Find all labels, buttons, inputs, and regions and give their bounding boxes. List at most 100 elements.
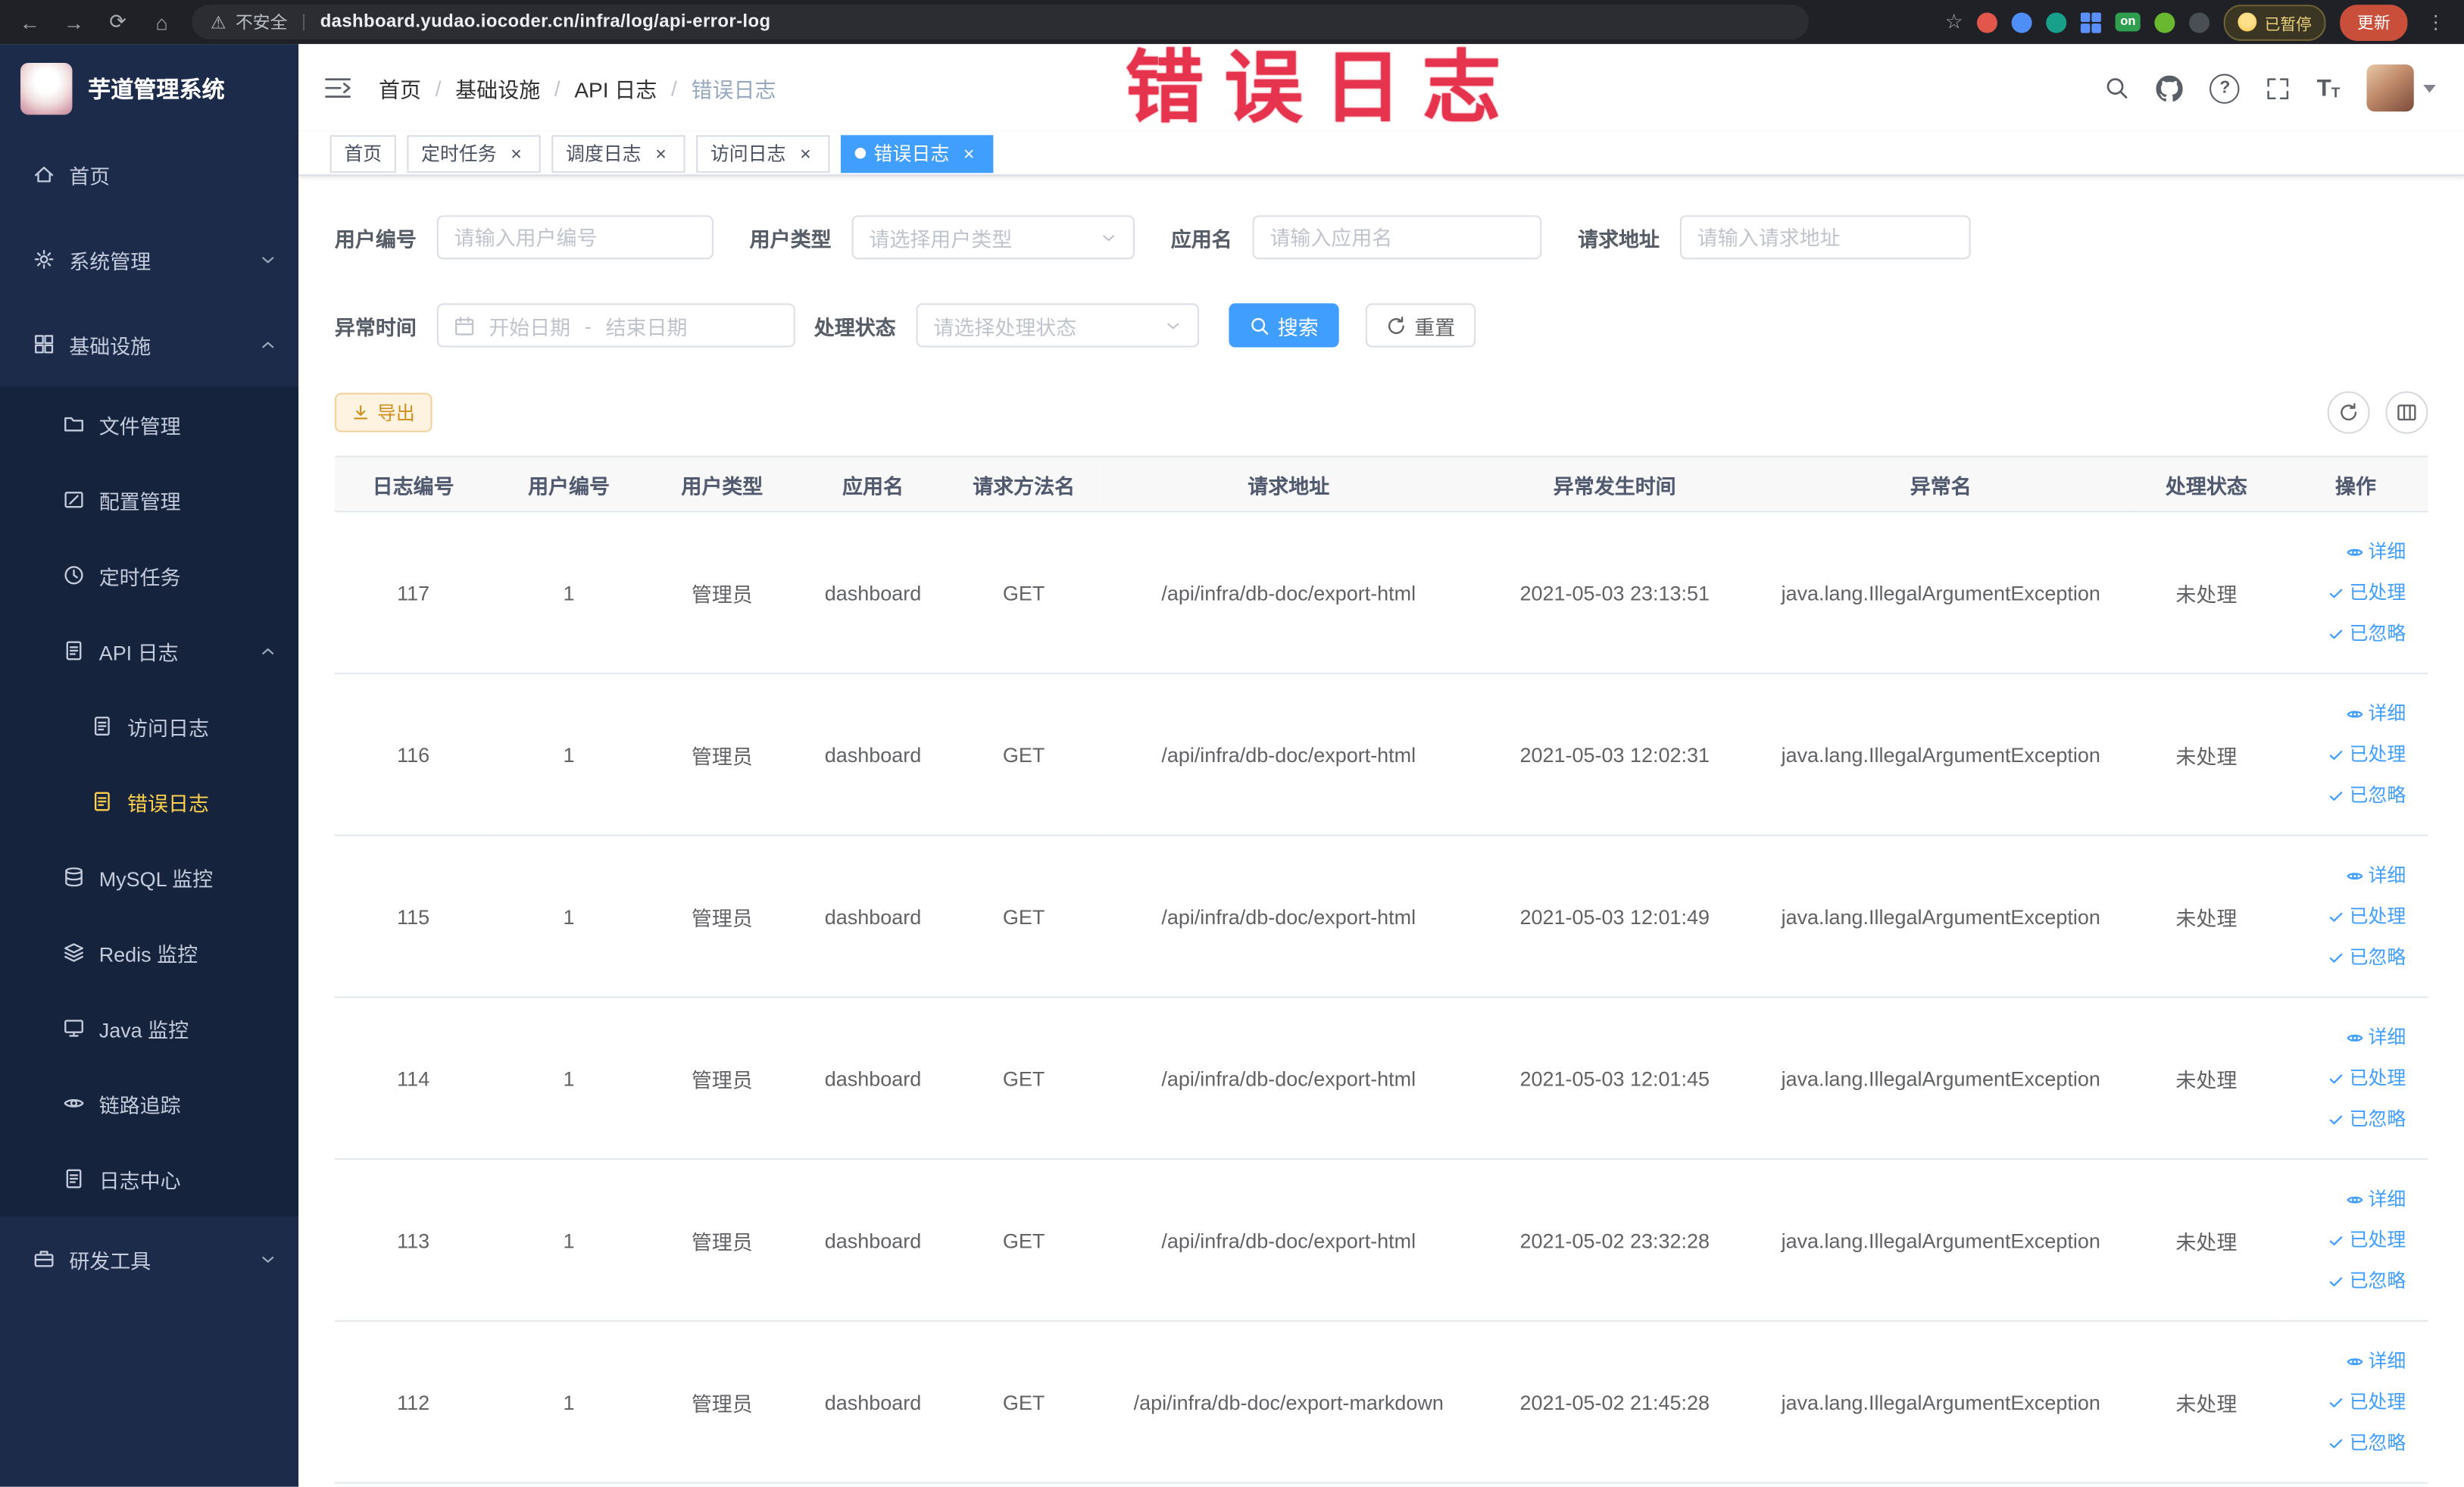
table-row: 115 1 管理员 dashboard GET /api/infra/db-do… [334, 835, 2428, 998]
breadcrumb-separator: / [554, 76, 561, 100]
user-menu[interactable] [2366, 64, 2436, 112]
back-icon[interactable]: ← [9, 10, 50, 33]
reload-icon[interactable]: ⟳ [98, 9, 139, 34]
app-name-input[interactable] [1252, 215, 1542, 260]
filter-row-1: 用户编号 用户类型 请选择用户类型 应用名 [335, 215, 2428, 260]
sidebar-item-api-logs[interactable]: API 日志 [0, 613, 298, 689]
font-size-button[interactable]: TT [2317, 77, 2340, 100]
extension-icon-red[interactable] [1977, 11, 1998, 33]
monitor-icon [63, 1017, 85, 1039]
bookmark-star-icon[interactable]: ☆ [1945, 9, 1963, 34]
refresh-table-button[interactable] [2327, 391, 2370, 434]
close-icon[interactable]: × [651, 142, 671, 164]
forward-icon[interactable]: → [54, 10, 95, 33]
error-log-table: 日志编号 用户编号 用户类型 应用名 请求方法名 请求地址 异常发生时间 异常名… [334, 455, 2428, 1484]
processed-link[interactable]: 已处理 [2328, 734, 2406, 775]
breadcrumb-item-api-logs[interactable]: API 日志 [574, 72, 657, 103]
cell-method: GET [948, 997, 1101, 1161]
sidebar-item-access-log[interactable]: 访问日志 [0, 689, 298, 764]
sidebar-toggle-button[interactable] [323, 76, 351, 101]
sidebar-item-file-mgmt[interactable]: 文件管理 [0, 386, 298, 462]
sidebar-item-redis-monitor[interactable]: Redis 监控 [0, 914, 298, 990]
date-range-picker[interactable]: 开始日期 - 结束日期 [436, 303, 795, 348]
close-icon[interactable]: × [506, 142, 526, 164]
sidebar-item-log-center[interactable]: 日志中心 [0, 1141, 298, 1217]
filter-exception-time: 异常时间 开始日期 - 结束日期 [335, 303, 795, 348]
help-button[interactable]: ? [2209, 73, 2241, 103]
cell-url: /api/infra/db-doc/export-html [1100, 1159, 1478, 1322]
ignored-link[interactable]: 已忽略 [2328, 1261, 2406, 1301]
export-button[interactable]: 导出 [334, 392, 433, 433]
tab-error-log[interactable]: 错误日志 × [841, 134, 994, 173]
sidebar-item-home[interactable]: 首页 [0, 132, 298, 217]
sidebar-item-scheduled-tasks[interactable]: 定时任务 [0, 538, 298, 614]
processed-link[interactable]: 已处理 [2328, 1382, 2406, 1423]
sidebar-item-dev-tools[interactable]: 研发工具 [0, 1217, 298, 1301]
update-button[interactable]: 更新 [2340, 4, 2408, 40]
ignored-link[interactable]: 已忽略 [2328, 1098, 2406, 1139]
ignored-link[interactable]: 已忽略 [2328, 613, 2406, 654]
breadcrumb-item-infrastructure[interactable]: 基础设施 [455, 72, 540, 103]
sidebar-item-system-mgmt[interactable]: 系统管理 [0, 217, 298, 301]
detail-link[interactable]: 详细 [2346, 1341, 2406, 1382]
check-icon [2328, 1070, 2345, 1087]
close-icon[interactable]: × [959, 142, 979, 164]
chevron-down-icon [259, 1250, 276, 1267]
extension-icon-teal[interactable] [2046, 11, 2067, 33]
processed-link[interactable]: 已处理 [2328, 1220, 2406, 1261]
tab-access-log[interactable]: 访问日志 × [696, 134, 830, 173]
github-link[interactable] [2156, 75, 2183, 102]
process-status-select[interactable]: 请选择处理状态 [916, 303, 1200, 348]
not-secure-label: 不安全 [235, 14, 288, 33]
detail-link[interactable]: 详细 [2346, 693, 2406, 734]
detail-link[interactable]: 详细 [2346, 1017, 2406, 1057]
grid-icon [33, 333, 55, 355]
breadcrumb-item-home[interactable]: 首页 [379, 72, 421, 103]
processed-link[interactable]: 已处理 [2328, 896, 2406, 937]
cell-status: 未处理 [2129, 1159, 2284, 1322]
home-icon[interactable]: ⌂ [142, 10, 183, 33]
tab-dispatch-log[interactable]: 调度日志 × [551, 134, 685, 173]
close-icon[interactable]: × [795, 142, 816, 164]
sidebar-item-infrastructure[interactable]: 基础设施 [0, 301, 298, 386]
cell-status: 未处理 [2129, 1320, 2284, 1484]
sidebar-item-label: 文件管理 [98, 414, 181, 438]
extension-icon-blue[interactable] [2012, 11, 2033, 33]
detail-link[interactable]: 详细 [2346, 531, 2406, 572]
chrome-menu-icon[interactable]: ⋮ [2422, 11, 2450, 33]
processed-link[interactable]: 已处理 [2328, 572, 2406, 613]
extension-icon-grid[interactable] [2081, 11, 2102, 33]
sidebar-item-mysql-monitor[interactable]: MySQL 监控 [0, 839, 298, 915]
sidebar-item-tracing[interactable]: 链路追踪 [0, 1066, 298, 1142]
processed-link[interactable]: 已处理 [2328, 1057, 2406, 1098]
ignored-link[interactable]: 已忽略 [2328, 937, 2406, 978]
col-time: 异常发生时间 [1477, 455, 1753, 513]
check-icon [2328, 584, 2345, 601]
search-button[interactable]: 搜索 [1229, 303, 1339, 348]
user-id-input[interactable] [436, 215, 714, 260]
tab-home[interactable]: 首页 [329, 134, 396, 173]
user-type-select[interactable]: 请选择用户类型 [851, 215, 1135, 260]
sidebar-submenu-infrastructure: 文件管理 配置管理 定时任务 API 日志 访问日志 错误日志 MySQL 监控… [0, 386, 299, 1217]
ignored-link[interactable]: 已忽略 [2328, 775, 2406, 816]
detail-link[interactable]: 详细 [2346, 855, 2406, 896]
tab-scheduled-tasks[interactable]: 定时任务 × [407, 134, 541, 173]
search-button[interactable] [2105, 76, 2130, 101]
extension-icon-paw[interactable] [2189, 11, 2210, 33]
app-logo[interactable]: 芋道管理系统 [0, 44, 298, 132]
address-bar[interactable]: ⚠ 不安全 | dashboard.yudao.iocoder.cn/infra… [192, 5, 1809, 39]
paused-badge[interactable]: 已暂停 [2223, 4, 2326, 40]
sidebar-item-label: MySQL 监控 [98, 867, 214, 891]
sidebar-item-java-monitor[interactable]: Java 监控 [0, 990, 298, 1066]
cell-log-id: 116 [334, 673, 492, 836]
fullscreen-button[interactable] [2266, 77, 2290, 100]
reset-button[interactable]: 重置 [1366, 303, 1476, 348]
column-toggle-button[interactable] [2385, 391, 2428, 434]
extension-icon-green[interactable] [2154, 11, 2175, 33]
ignored-link[interactable]: 已忽略 [2328, 1423, 2406, 1464]
sidebar-item-config-mgmt[interactable]: 配置管理 [0, 462, 298, 538]
detail-link[interactable]: 详细 [2346, 1179, 2406, 1220]
extension-on-badge[interactable]: on [2116, 12, 2141, 32]
request-url-input[interactable] [1679, 215, 1971, 260]
sidebar-item-error-log[interactable]: 错误日志 [0, 764, 298, 839]
